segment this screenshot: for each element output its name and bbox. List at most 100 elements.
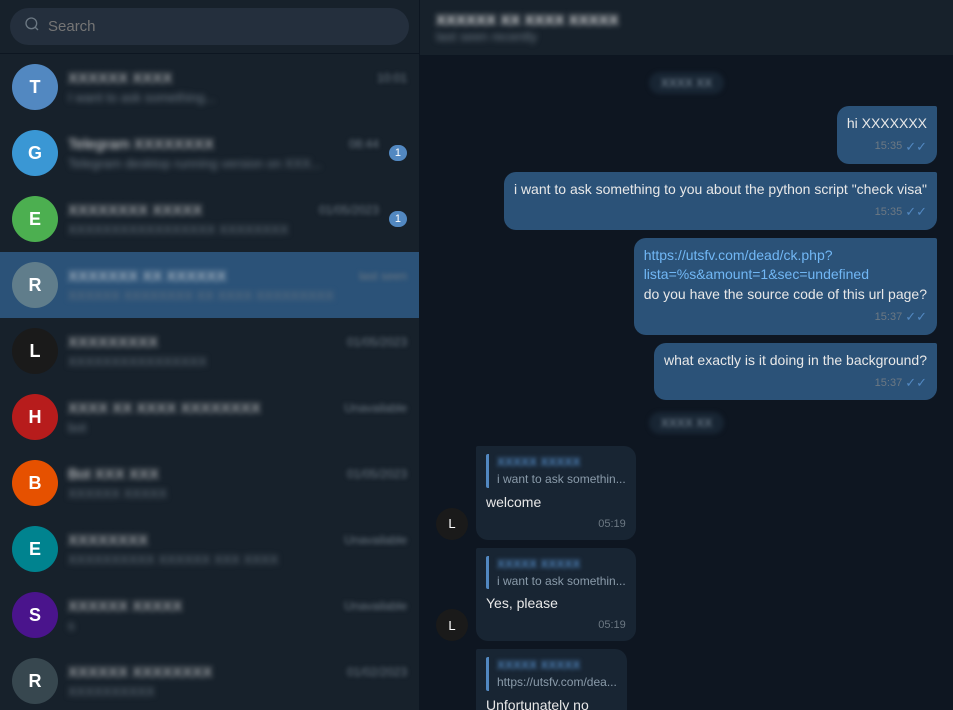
- chat-time: Unavailable: [344, 533, 407, 547]
- chat-info: XXXX XX XXXX XXXXXXXXUnavailable bot: [68, 400, 407, 435]
- chat-item[interactable]: E XXXXXXXX Unavailable XXXXXXXXXX XXXXXX XX…: [0, 516, 419, 582]
- avatar: R: [12, 658, 58, 704]
- date-label: XXXX XX: [436, 74, 937, 92]
- date-label: XXXX XX: [436, 414, 937, 432]
- quoted-message: XXXXX XXXXXi want to ask somethin...: [486, 454, 626, 488]
- avatar: E: [12, 526, 58, 572]
- chat-preview: bot: [68, 420, 407, 435]
- bubble-in: XXXXX XXXXXi want to ask somethin...Yes,…: [476, 548, 636, 642]
- chat-info: XXXXXXXXX01/05/2023 XXXXXXXXXXXXXXXX: [68, 334, 407, 369]
- chat-name-row: XXXXXXX XX XXXXXXlast seen: [68, 268, 407, 285]
- chat-item[interactable]: BBot XXX XXX01/05/2023XXXXXX XXXXX: [0, 450, 419, 516]
- chat-info: XXXXXX XXXXXXXX01/02/2023XXXXXXXXXX: [68, 664, 407, 699]
- message-text: what exactly is it doing in the backgrou…: [664, 351, 927, 371]
- quoted-message: XXXXX XXXXXhttps://utsfv.com/dea...: [486, 657, 617, 691]
- message-text: https://utsfv.com/dead/ck.php? lista=%s&…: [644, 246, 927, 305]
- chat-name-row: XXXXXXXXX01/05/2023: [68, 334, 407, 351]
- quoted-text: https://utsfv.com/dea...: [497, 674, 617, 691]
- chat-time: 01/05/2023: [319, 203, 379, 217]
- chat-header-info: XXXXXX XX XXXX XXXXX last seen recently: [436, 12, 937, 44]
- chat-time: 01/05/2023: [347, 335, 407, 349]
- avatar: R: [12, 262, 58, 308]
- chat-item[interactable]: R XXXXXXX XX XXXXXXlast seen XXXXXX XXXXXX…: [0, 252, 419, 318]
- unread-badge: 1: [389, 145, 407, 161]
- message-out: https://utsfv.com/dead/ck.php? lista=%s&…: [436, 238, 937, 335]
- chat-name: XXXXXX XXXXXXXX: [68, 664, 212, 681]
- msg-avatar: L: [436, 508, 468, 540]
- message-time: 05:19: [486, 618, 626, 633]
- chat-time: 01/05/2023: [347, 467, 407, 481]
- sidebar: TXXXXXX XXXX10:01I want to ask something…: [0, 0, 420, 710]
- message-time: 15:37✓✓: [664, 374, 927, 392]
- search-wrapper[interactable]: [10, 8, 409, 45]
- avatar: L: [12, 328, 58, 374]
- chat-preview: Telegram desktop running version on XXX.…: [68, 156, 379, 171]
- chat-header-status: last seen recently: [436, 29, 937, 44]
- chat-time: Unavailable: [344, 401, 407, 415]
- chat-time: 10:01: [377, 71, 407, 85]
- message-text: Yes, please: [486, 594, 626, 614]
- msg-avatar: L: [436, 609, 468, 641]
- chat-name-row: XXXXXX XXXXX Unavailable: [68, 598, 407, 615]
- chat-time: Unavailable: [344, 599, 407, 613]
- chat-info: Bot XXX XXX01/05/2023XXXXXX XXXXX: [68, 466, 407, 501]
- chat-name-row: XXXX XX XXXX XXXXXXXXUnavailable: [68, 400, 407, 417]
- quoted-text: i want to ask somethin...: [497, 471, 626, 488]
- chat-info: XXXXXX XXXX10:01I want to ask something.…: [68, 70, 407, 105]
- avatar: H: [12, 394, 58, 440]
- chat-info: XXXXXXXX Unavailable XXXXXXXXXX XXXXXX XXX…: [68, 532, 407, 567]
- chat-item[interactable]: GTelegram XXXXXXXX08:44Telegram desktop …: [0, 120, 419, 186]
- message-link[interactable]: https://utsfv.com/dead/ck.php? lista=%s&…: [644, 247, 869, 283]
- quoted-text: i want to ask somethin...: [497, 573, 626, 590]
- chat-name-row: Telegram XXXXXXXX08:44: [68, 136, 379, 153]
- search-input[interactable]: [48, 18, 395, 35]
- message-time: 15:37✓✓: [644, 308, 927, 326]
- search-bar: [0, 0, 419, 54]
- unread-badge: 1: [389, 211, 407, 227]
- chat-name: Telegram XXXXXXXX: [68, 136, 214, 153]
- read-ticks: ✓✓: [905, 308, 927, 326]
- chat-info: XXXXXX XXXXX Unavailable s: [68, 598, 407, 633]
- read-ticks: ✓✓: [905, 374, 927, 392]
- chat-info: XXXXXXXX XXXXX01/05/2023XXXXXXXXXXXXXXXX…: [68, 202, 379, 237]
- chat-item[interactable]: EXXXXXXXX XXXXX01/05/2023XXXXXXXXXXXXXXX…: [0, 186, 419, 252]
- avatar: E: [12, 196, 58, 242]
- chat-time: last seen: [359, 269, 407, 283]
- message-text: Unfortunately no: [486, 696, 617, 710]
- chat-item[interactable]: H XXXX XX XXXX XXXXXXXXUnavailable bot: [0, 384, 419, 450]
- chat-preview: XXXXXX XXXXXXXX XX XXXX XXXXXXXXX: [68, 288, 407, 303]
- bubble-out: i want to ask something to you about the…: [504, 172, 937, 230]
- chat-name: XXXXXXXX XXXXX: [68, 202, 202, 219]
- chat-name-row: XXXXXX XXXX 10:01: [68, 70, 407, 87]
- message-time: 05:19: [486, 517, 626, 532]
- avatar: T: [12, 64, 58, 110]
- chat-item[interactable]: L XXXXXXXXX01/05/2023 XXXXXXXXXXXXXXXX: [0, 318, 419, 384]
- chat-name: XXXXXX XXXX: [68, 70, 172, 87]
- chat-preview: s: [68, 618, 407, 633]
- chat-item[interactable]: SXXXXXX XXXXXUnavailables: [0, 582, 419, 648]
- chat-preview: XXXXXXXXXX: [68, 684, 407, 699]
- chat-preview: XXXXXX XXXXX: [68, 486, 407, 501]
- bubble-out: hi XXXXXXX15:35✓✓: [837, 106, 937, 164]
- quoted-sender: XXXXX XXXXX: [497, 657, 617, 674]
- chat-item[interactable]: R XXXXXX XXXXXXXX01/02/2023XXXXXXXXXX: [0, 648, 419, 710]
- quoted-sender: XXXXX XXXXX: [497, 454, 626, 471]
- chat-header-name: XXXXXX XX XXXX XXXXX: [436, 12, 937, 29]
- chat-preview: XXXXXXXXXXXXXXXX: [68, 354, 407, 369]
- chat-name-row: XXXXXXXX XXXXX 01/05/2023: [68, 202, 379, 219]
- chat-header: XXXXXX XX XXXX XXXXX last seen recently: [420, 0, 953, 56]
- bubble-in: XXXXX XXXXXi want to ask somethin...welc…: [476, 446, 636, 540]
- chat-name: XXXXXXXX: [68, 532, 148, 549]
- chat-info: XXXXXXX XX XXXXXXlast seen XXXXXX XXXXXXX…: [68, 268, 407, 303]
- chat-name: XXXXXX XXXXX: [68, 598, 182, 615]
- message-in: LXXXXX XXXXXi want to ask somethin...Yes…: [436, 548, 937, 642]
- bubble-in: XXXXX XXXXXhttps://utsfv.com/dea... Unfor…: [476, 649, 627, 710]
- messages-area: XXXX XX hi XXXXXXX15:35✓✓ i want to ask so…: [420, 56, 953, 710]
- chat-area: XXXXXX XX XXXX XXXXX last seen recently …: [420, 0, 953, 710]
- avatar: B: [12, 460, 58, 506]
- message-text: i want to ask something to you about the…: [514, 180, 927, 200]
- message-text: hi XXXXXXX: [847, 114, 927, 134]
- chat-preview: XXXXXXXXXX XXXXXX XXX XXXX: [68, 552, 407, 567]
- chat-item[interactable]: TXXXXXX XXXX10:01I want to ask something…: [0, 54, 419, 120]
- read-ticks: ✓✓: [905, 203, 927, 221]
